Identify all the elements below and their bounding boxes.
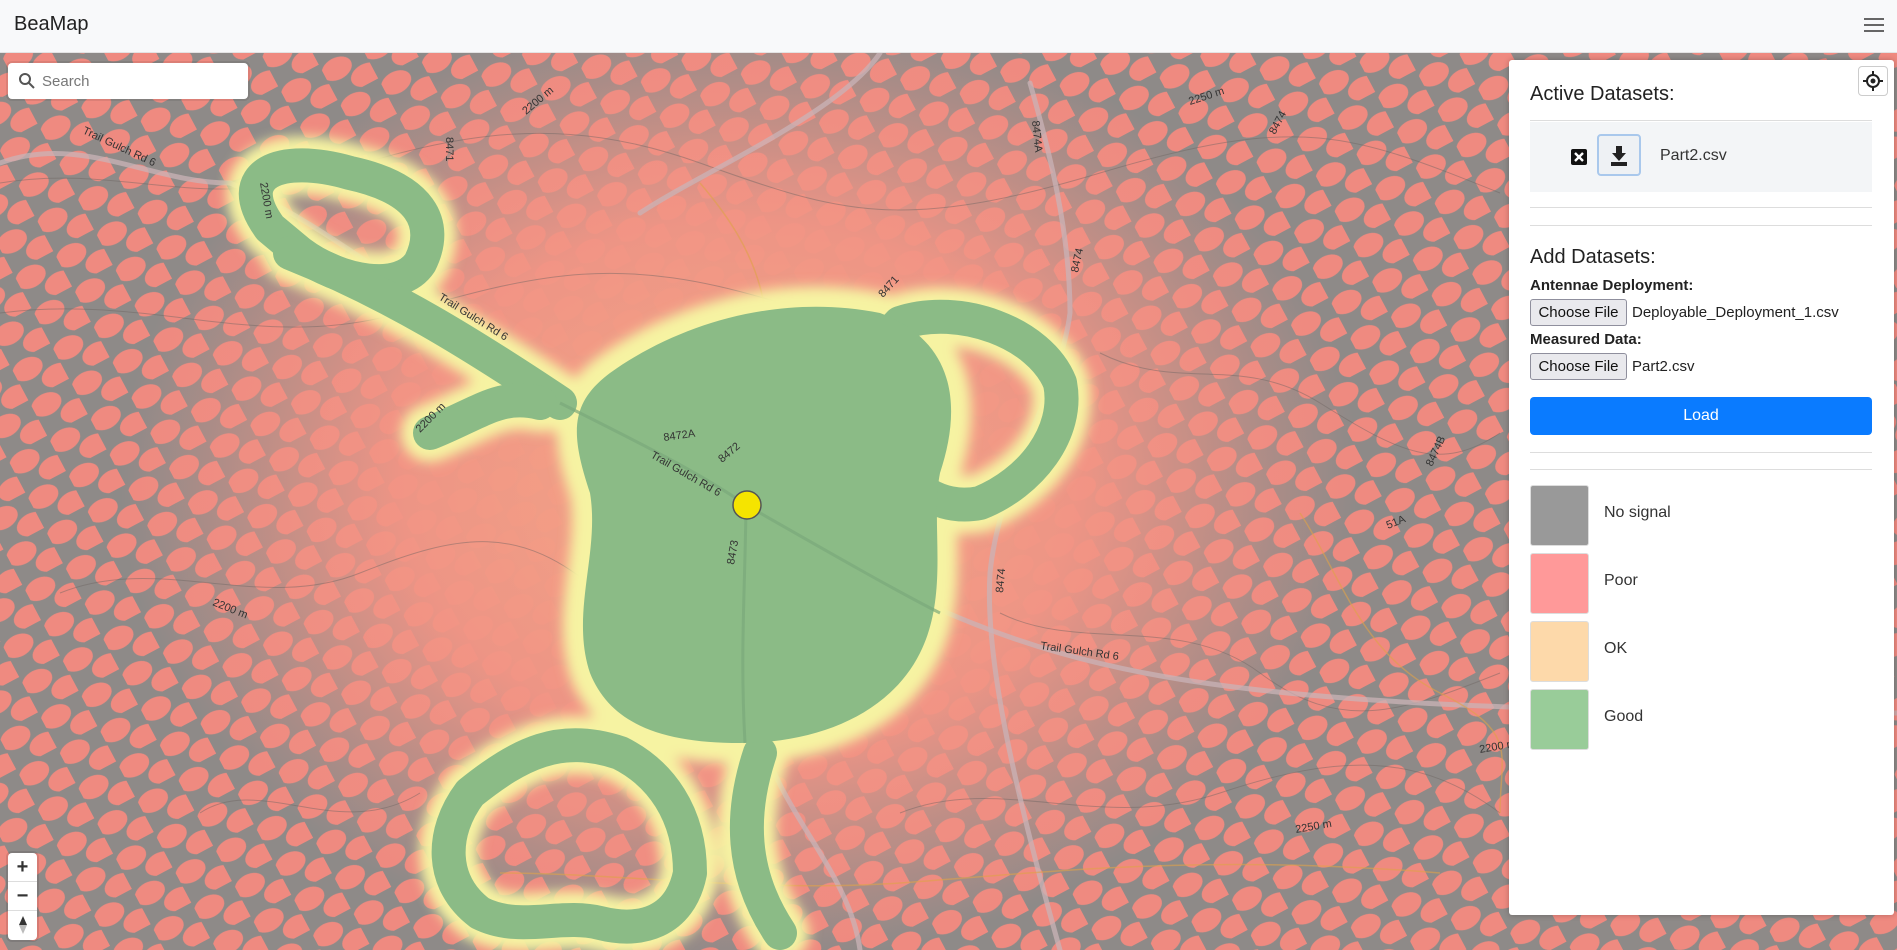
search-input[interactable] — [42, 69, 238, 93]
legend-label-ok: OK — [1604, 640, 1628, 657]
map-canvas[interactable]: Trail Gulch Rd 6 Trail Gulch Rd 6 Trail … — [0, 53, 1897, 950]
zoom-in-button[interactable]: + — [8, 853, 37, 882]
active-datasets-title: Active Datasets: — [1530, 83, 1675, 105]
zoom-out-button[interactable]: − — [8, 882, 37, 911]
divider — [1530, 120, 1872, 121]
antenna-marker[interactable] — [732, 490, 762, 520]
measured-choose-file-button[interactable]: Choose File — [1530, 353, 1627, 380]
legend-label-no-signal: No signal — [1604, 504, 1671, 521]
measured-file-name: Part2.csv — [1632, 358, 1695, 375]
geolocate-button[interactable] — [1858, 66, 1888, 96]
legend-label-good: Good — [1604, 708, 1644, 725]
app-title[interactable]: BeaMap — [14, 13, 89, 36]
antennae-choose-file-button[interactable]: Choose File — [1530, 299, 1627, 326]
download-icon — [1611, 146, 1627, 166]
divider — [1530, 452, 1872, 453]
compass-icon — [18, 916, 27, 934]
legend-label-poor: Poor — [1604, 572, 1638, 589]
legend-swatch-poor — [1530, 553, 1589, 614]
divider — [1530, 225, 1872, 226]
divider — [1530, 207, 1872, 208]
antennae-label: Antennae Deployment: — [1530, 277, 1694, 294]
load-button[interactable]: Load — [1530, 397, 1872, 435]
compass-button[interactable] — [8, 911, 37, 940]
legend-swatch-good — [1530, 689, 1589, 750]
road-label: 8474 — [994, 568, 1008, 593]
divider — [1530, 469, 1872, 470]
road-label: 8471 — [443, 137, 455, 161]
antennae-file-name: Deployable_Deployment_1.csv — [1632, 304, 1839, 321]
menu-toggle-icon[interactable] — [1861, 14, 1887, 38]
add-datasets-title: Add Datasets: — [1530, 246, 1656, 268]
search-box[interactable] — [8, 63, 248, 99]
legend-swatch-ok — [1530, 621, 1589, 682]
legend-swatch-no-signal — [1530, 485, 1589, 546]
datasets-panel: Active Datasets: Part2.csv Add Datasets:… — [1509, 60, 1894, 915]
remove-dataset-icon[interactable] — [1570, 148, 1588, 166]
measured-label: Measured Data: — [1530, 331, 1642, 348]
navbar: BeaMap — [0, 0, 1897, 53]
dataset-name: Part2.csv — [1660, 147, 1727, 164]
search-icon — [19, 73, 35, 89]
download-dataset-button[interactable] — [1597, 134, 1641, 176]
locate-icon — [1863, 71, 1883, 91]
zoom-controls: + − — [8, 853, 37, 940]
active-dataset-row: Part2.csv — [1530, 122, 1872, 192]
